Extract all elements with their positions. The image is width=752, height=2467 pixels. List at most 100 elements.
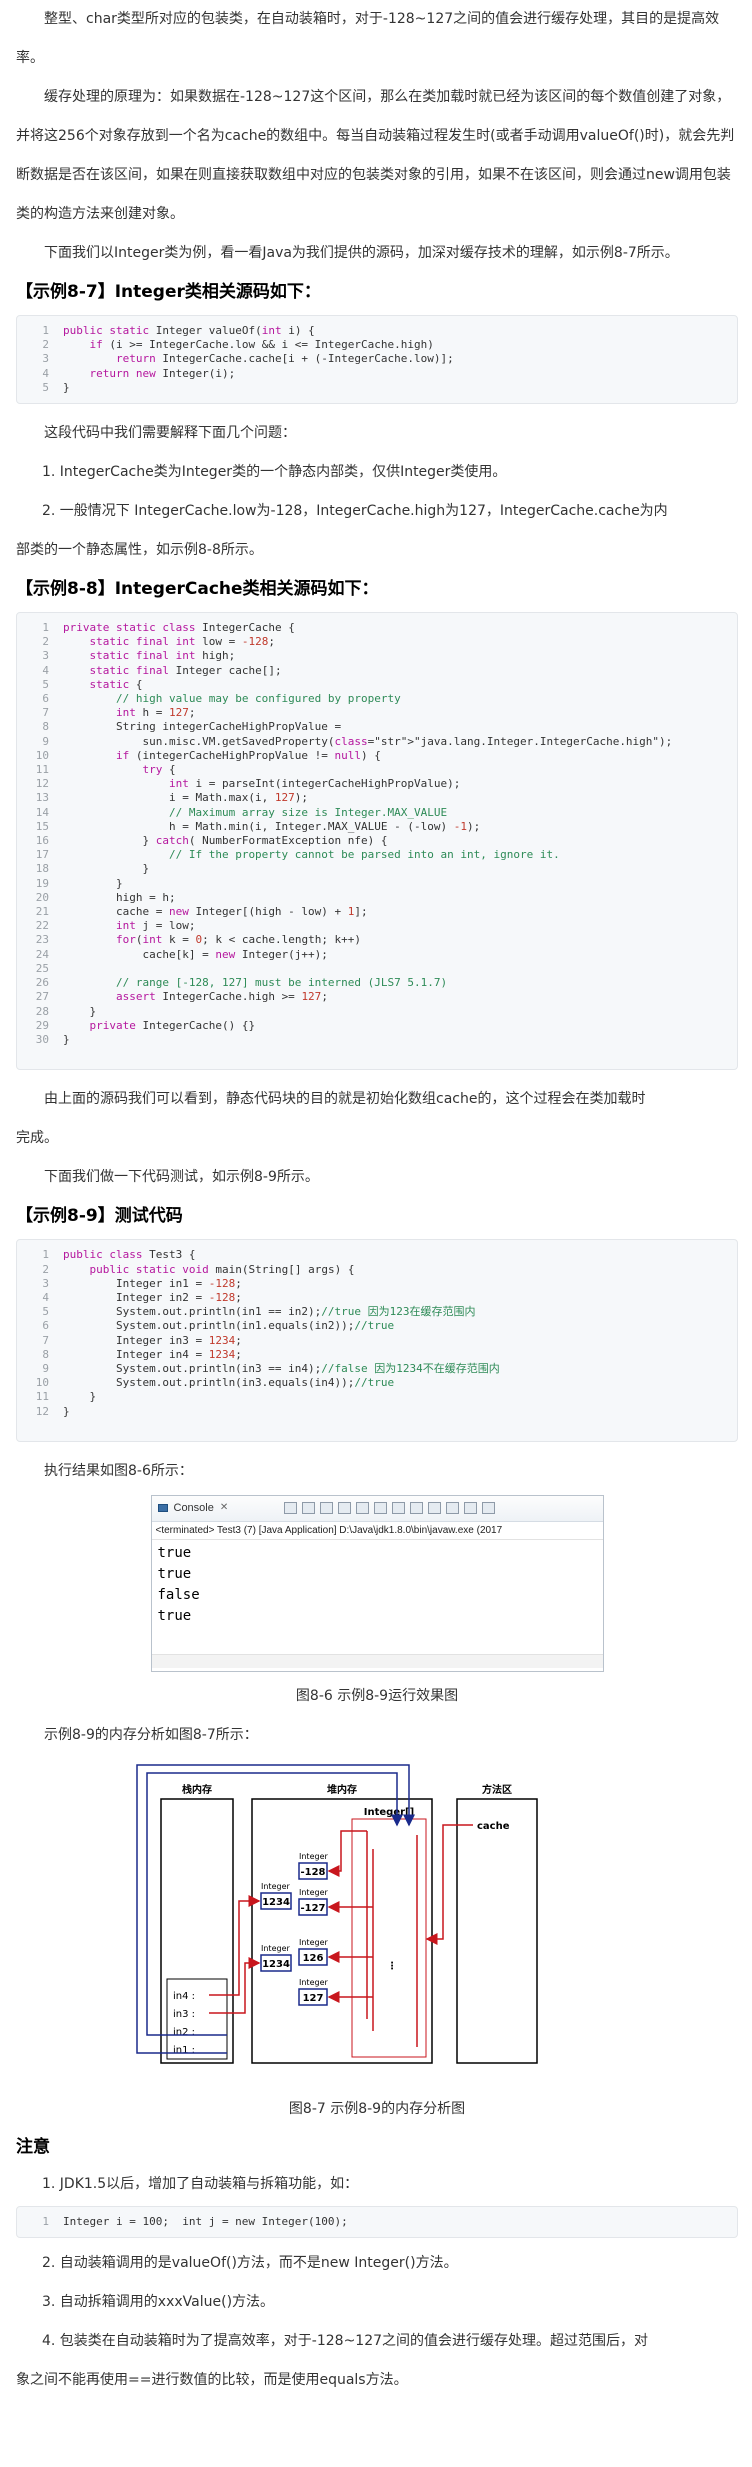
- code-line-number: 2: [42, 338, 49, 352]
- code-line-number: 3: [42, 649, 49, 663]
- object-type-label: Integer: [299, 1978, 328, 1987]
- console-tab[interactable]: Console: [174, 1496, 214, 1520]
- code-line-number: 5: [42, 677, 49, 691]
- console-figure: Console ✕ <terminated> Test3 (7) [Java A…: [16, 1494, 738, 1672]
- code-line-number: 2: [42, 635, 49, 649]
- scroll-lock-icon[interactable]: [356, 1502, 370, 1515]
- code-line-number: 8: [42, 1347, 49, 1361]
- heap-box: [251, 1798, 433, 2064]
- code-line-number: 9: [42, 734, 49, 748]
- var-in2: in2 :: [173, 2027, 195, 2038]
- cache-value: -127: [300, 1903, 325, 1914]
- code-line-number: 7: [42, 706, 49, 720]
- memory-diagram: 栈内存 in4 : in3 : in2 : in1 : 堆内存 方法区 cach…: [16, 1759, 738, 2085]
- code-line-number: 15: [35, 819, 49, 833]
- figure-8-7-caption: 图8-7 示例8-9的内存分析图: [288, 2100, 466, 2117]
- word-wrap-icon[interactable]: [374, 1502, 388, 1515]
- intro-paragraph-2: 缓存处理的原理为：如果数据在-128~127这个区间，那么在类加载时就已经为该区…: [16, 89, 735, 222]
- code-line: 10 if (integerCacheHighPropValue != null…: [27, 749, 727, 763]
- minimize-icon[interactable]: [464, 1502, 478, 1515]
- code-line: 9 sun.misc.VM.getSavedProperty(class="st…: [27, 735, 727, 749]
- note-1: 1. JDK1.5以后，增加了自动装箱与拆箱功能，如：: [42, 2175, 359, 2192]
- code-line-number: 14: [35, 805, 49, 819]
- code-line: 23 for(int k = 0; k < cache.length; k++): [27, 933, 727, 947]
- code-line-number: 22: [35, 919, 49, 933]
- code-line-number: 23: [35, 933, 49, 947]
- code-line: 8 String integerCacheHighPropValue =: [27, 720, 727, 734]
- code-line: 2 static final int low = -128;: [27, 635, 727, 649]
- remove-all-icon[interactable]: [320, 1502, 334, 1515]
- intro-paragraph-1: 整型、char类型所对应的包装类，在自动装箱时，对于-128~127之间的值会进…: [16, 11, 720, 66]
- open-console-icon[interactable]: [446, 1502, 460, 1515]
- cache-value: 126: [303, 1953, 324, 1964]
- integer-array-label: Integer[]: [364, 1807, 414, 1818]
- code-line: 9 System.out.println(in3 == in4);//false…: [27, 1362, 727, 1376]
- cache-value: -128: [300, 1867, 325, 1878]
- code-line: 27 assert IntegerCache.high >= 127;: [27, 990, 727, 1004]
- example-8-8-code-block: 1 private static class IntegerCache {2 st…: [16, 612, 738, 1071]
- stop-icon[interactable]: [284, 1502, 298, 1515]
- display-selected-icon[interactable]: [428, 1502, 442, 1515]
- code-line-number: 4: [42, 366, 49, 380]
- example-8-7-title: 【示例8-7】Integer类相关源码如下：: [16, 282, 321, 302]
- code-line: 29 private IntegerCache() {}: [27, 1019, 727, 1033]
- note-3: 3. 自动拆箱调用的xxxValue()方法。: [42, 2294, 275, 2311]
- console-output-line: true: [157, 1544, 192, 1561]
- code-line: 2 if (i >= IntegerCache.low && i <= Inte…: [27, 338, 727, 352]
- console-toolbar: Console ✕: [151, 1495, 603, 1522]
- object-value: 1234: [262, 1897, 290, 1908]
- code-line-number: 1: [42, 324, 49, 337]
- code-line-number: 28: [35, 1004, 49, 1018]
- show-on-output-icon[interactable]: [392, 1502, 406, 1515]
- code-line: 22 int j = low;: [27, 919, 727, 933]
- after-8-8-paragraph-b: 完成。: [16, 1130, 58, 1147]
- code-line: 1 public static Integer valueOf(int i) {: [27, 324, 727, 338]
- code-line-number: 30: [35, 1032, 49, 1046]
- code-line: 21 cache = new Integer[(high - low) + 1]…: [27, 905, 727, 919]
- object-type-label: Integer: [299, 1938, 328, 1947]
- maximize-icon[interactable]: [482, 1502, 496, 1515]
- code-line: 17 // If the property cannot be parsed i…: [27, 848, 727, 862]
- code-line: 3 Integer in1 = -128;: [27, 1277, 727, 1291]
- clear-console-icon[interactable]: [338, 1502, 352, 1515]
- note-code-block: 1 Integer i = 100; int j = new Integer(10…: [16, 2205, 738, 2239]
- pin-icon[interactable]: [410, 1502, 424, 1515]
- code-line: 6 System.out.println(in1.equals(in2));//…: [27, 1319, 727, 1333]
- code-line-number: 26: [35, 976, 49, 990]
- code-line: 15 h = Math.min(i, Integer.MAX_VALUE - (…: [27, 820, 727, 834]
- note-code-line: Integer i = 100; int j = new Integer(100…: [63, 2214, 348, 2228]
- code-line: 1 public class Test3 {: [27, 1248, 727, 1262]
- example-8-7-code-block: 1 public static Integer valueOf(int i) {2…: [16, 315, 738, 405]
- code-line-number: 9: [42, 1361, 49, 1375]
- after-8-8-paragraph-a: 由上面的源码我们可以看到，静态代码块的目的就是初始化数组cache的，这个过程会…: [44, 1091, 646, 1108]
- horizontal-scrollbar[interactable]: [151, 1653, 603, 1668]
- example-8-8-title: 【示例8-8】IntegerCache类相关源码如下：: [16, 579, 379, 600]
- object-type-label: Integer: [299, 1852, 328, 1861]
- code-line-number: 1: [42, 2214, 49, 2228]
- note-2: 2. 自动装箱调用的是valueOf()方法，而不是new Integer()方…: [42, 2255, 458, 2272]
- cache-label: cache: [477, 1821, 510, 1832]
- console-icon: [157, 1504, 168, 1513]
- code-line: 16 } catch( NumberFormatException nfe) {: [27, 834, 727, 848]
- remove-launch-icon[interactable]: [302, 1502, 316, 1515]
- code-line: 11 }: [27, 1390, 727, 1404]
- code-line-number: 4: [42, 663, 49, 677]
- code-line-number: 6: [42, 692, 49, 706]
- object-type-label: Integer: [261, 1944, 290, 1953]
- code-line-number: 16: [35, 834, 49, 848]
- code-line: 13 i = Math.max(i, 127);: [27, 791, 727, 805]
- console-output-line: true: [157, 1607, 192, 1624]
- code-line: 4 Integer in2 = -128;: [27, 1291, 727, 1305]
- code-line-number: 11: [35, 763, 49, 777]
- code-line-number: 3: [42, 352, 49, 366]
- code-line: 25: [27, 962, 727, 976]
- cache-value: 127: [303, 1993, 324, 2004]
- code-line-number: 27: [35, 990, 49, 1004]
- array-ellipsis: ⋮: [387, 1961, 397, 1972]
- code-line-number: 8: [42, 720, 49, 734]
- code-line-number: 5: [42, 380, 49, 394]
- code-line: 1 private static class IntegerCache {: [27, 621, 727, 635]
- console-window: Console ✕ <terminated> Test3 (7) [Java A…: [150, 1494, 604, 1672]
- close-icon[interactable]: ✕: [220, 1496, 228, 1520]
